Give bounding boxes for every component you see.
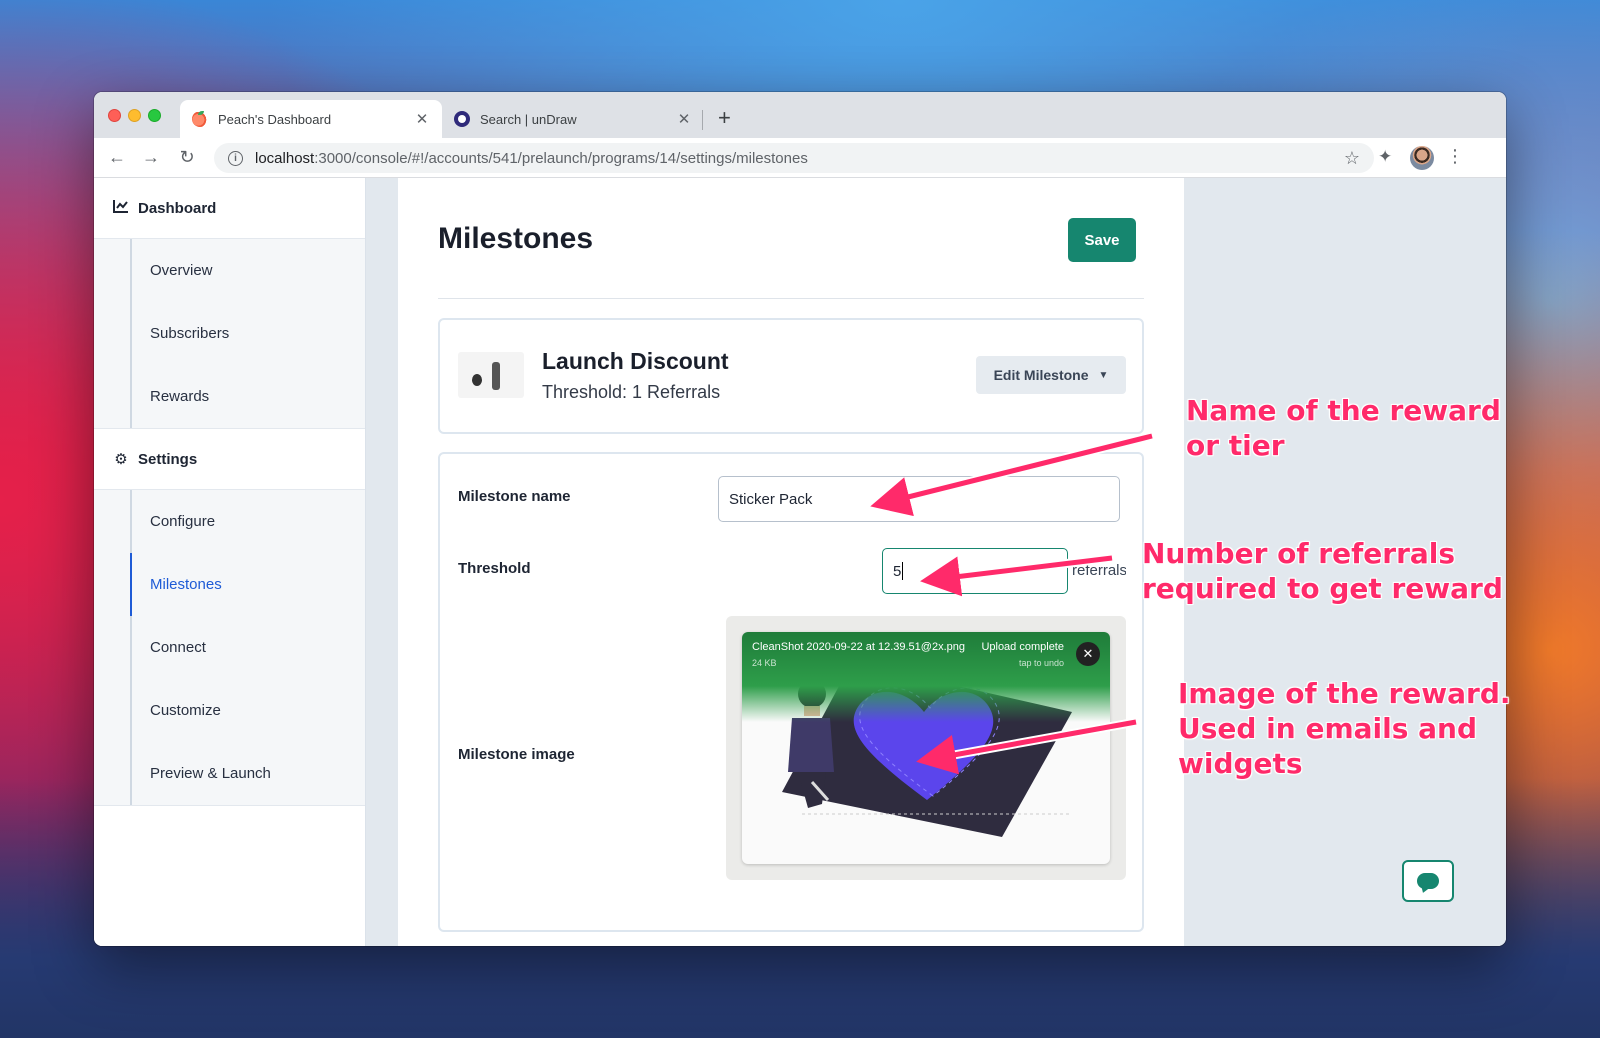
annotation-line: widgets xyxy=(1178,747,1303,780)
info-icon[interactable]: i xyxy=(228,150,243,166)
bookmark-star-icon[interactable]: ☆ xyxy=(1344,148,1360,169)
minimize-window-button[interactable] xyxy=(128,109,141,122)
annotation-line: required to get reward xyxy=(1142,572,1503,605)
close-icon[interactable]: ✕ xyxy=(676,110,692,128)
text-cursor xyxy=(902,562,904,580)
sidebar-item-connect[interactable]: Connect xyxy=(130,616,365,679)
browser-window: Peach's Dashboard ✕ Search | unDraw ✕ + … xyxy=(94,92,1506,946)
maximize-window-button[interactable] xyxy=(148,109,161,122)
upload-filename: CleanShot 2020-09-22 at 12.39.51@2x.png xyxy=(752,641,965,653)
annotation-line: Number of referrals xyxy=(1142,537,1456,570)
sidebar-item-configure[interactable]: Configure xyxy=(130,490,365,553)
sidebar-item-preview-launch[interactable]: Preview & Launch xyxy=(130,742,365,805)
caret-down-icon: ▼ xyxy=(1098,369,1109,381)
annotation-reward-image: Image of the reward. Used in emails and … xyxy=(1178,676,1511,781)
new-tab-button[interactable]: + xyxy=(718,105,731,131)
milestone-threshold: Threshold: 1 Referrals xyxy=(542,382,721,402)
threshold-value: 5 xyxy=(893,562,902,580)
sidebar-section-settings[interactable]: ⚙ Settings xyxy=(94,429,365,489)
image-preview: CleanShot 2020-09-22 at 12.39.51@2x.png … xyxy=(742,632,1110,864)
chat-button[interactable] xyxy=(1402,860,1454,902)
sidebar-section-dashboard[interactable]: Dashboard xyxy=(94,178,365,238)
annotation-reward-name: Name of the reward or tier xyxy=(1186,393,1501,463)
threshold-suffix: referrals xyxy=(1072,562,1126,579)
tab-peachs-dashboard[interactable]: Peach's Dashboard ✕ xyxy=(180,100,442,138)
tab-search-undraw[interactable]: Search | unDraw ✕ xyxy=(442,100,704,138)
main-content: Milestones Save Launch Discount Threshol… xyxy=(398,178,1184,946)
annotation-referral-threshold: Number of referrals required to get rewa… xyxy=(1142,536,1503,606)
threshold-input[interactable]: 5 xyxy=(882,548,1068,594)
milestone-name-label: Milestone name xyxy=(458,488,571,505)
tab-label: Peach's Dashboard xyxy=(218,111,332,127)
milestone-name-value: Sticker Pack xyxy=(729,490,813,508)
threshold-label: Threshold xyxy=(458,560,531,577)
page-title: Milestones xyxy=(438,222,594,255)
browser-toolbar: ← → ↻ i localhost:3000/console/#!/accoun… xyxy=(94,138,1506,178)
milestone-edit-form: Milestone name Sticker Pack Threshold 5 … xyxy=(438,452,1144,932)
edit-milestone-button[interactable]: Edit Milestone ▼ xyxy=(976,356,1126,394)
url-path: :3000/console/#!/accounts/541/prelaunch/… xyxy=(314,149,808,167)
back-arrow-icon[interactable]: ← xyxy=(106,147,128,168)
undraw-icon xyxy=(454,111,470,127)
annotation-line: Used in emails and xyxy=(1178,712,1478,745)
sidebar: Dashboard Overview Subscribers Rewards ⚙… xyxy=(94,178,366,946)
line-chart-icon xyxy=(112,199,130,217)
annotation-line: or tier xyxy=(1186,429,1285,462)
milestone-name-input[interactable]: Sticker Pack xyxy=(718,476,1120,522)
upload-filesize: 24 KB xyxy=(752,658,777,668)
extensions-puzzle-icon[interactable]: ✦ xyxy=(1378,147,1392,167)
sidebar-section-label: Dashboard xyxy=(138,199,217,217)
gear-icon: ⚙ xyxy=(114,451,128,468)
milestone-title: Launch Discount xyxy=(542,348,729,374)
sidebar-item-rewards[interactable]: Rewards xyxy=(130,365,365,428)
browser-menu-icon[interactable]: ⋮ xyxy=(1446,146,1464,167)
annotation-line: Image of the reward. xyxy=(1178,677,1511,710)
annotation-line: Name of the reward xyxy=(1186,394,1501,427)
dashboard-submenu: Overview Subscribers Rewards xyxy=(94,238,365,429)
milestone-card: Launch Discount Threshold: 1 Referrals E… xyxy=(438,318,1144,434)
divider xyxy=(438,298,1144,299)
address-bar[interactable]: i localhost:3000/console/#!/accounts/541… xyxy=(214,143,1374,173)
milestone-thumbnail xyxy=(458,352,524,398)
profile-avatar[interactable] xyxy=(1410,146,1434,170)
chat-bubble-icon xyxy=(1417,873,1439,889)
image-dropzone[interactable]: CleanShot 2020-09-22 at 12.39.51@2x.png … xyxy=(726,616,1126,880)
settings-submenu: Configure Milestones Connect Customize P… xyxy=(94,489,365,806)
forward-arrow-icon[interactable]: → xyxy=(140,147,162,168)
reload-icon[interactable]: ↻ xyxy=(176,147,198,168)
milestone-image-label: Milestone image xyxy=(458,746,575,763)
peach-icon xyxy=(192,111,208,127)
tab-separator xyxy=(702,110,703,130)
close-icon[interactable]: ✕ xyxy=(414,110,430,128)
sidebar-item-subscribers[interactable]: Subscribers xyxy=(130,302,365,365)
sidebar-item-overview[interactable]: Overview xyxy=(130,239,365,302)
tab-strip: Peach's Dashboard ✕ Search | unDraw ✕ + xyxy=(94,92,1506,138)
sidebar-item-milestones[interactable]: Milestones xyxy=(130,553,365,616)
upload-undo-hint: tap to undo xyxy=(1018,658,1064,668)
sidebar-item-customize[interactable]: Customize xyxy=(130,679,365,742)
url-host: localhost xyxy=(255,149,315,167)
remove-image-close-icon[interactable]: ✕ xyxy=(1076,642,1100,666)
edit-milestone-label: Edit Milestone xyxy=(993,367,1089,383)
sidebar-section-label: Settings xyxy=(138,450,198,468)
tab-label: Search | unDraw xyxy=(480,111,577,127)
close-window-button[interactable] xyxy=(108,109,121,122)
upload-status: Upload complete xyxy=(981,641,1064,653)
save-button[interactable]: Save xyxy=(1068,218,1136,262)
